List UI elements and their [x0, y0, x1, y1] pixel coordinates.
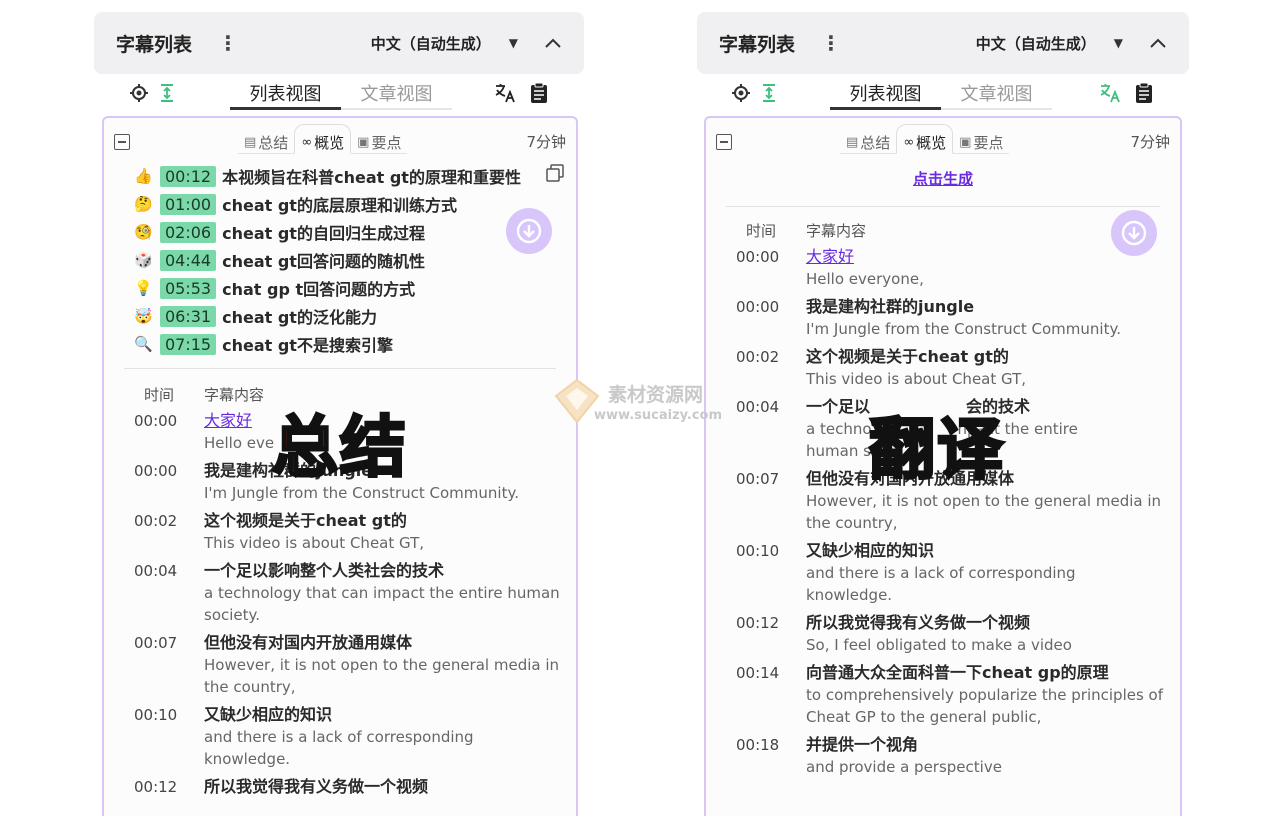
table-row[interactable]: 00:00 大家好 Hello everyone, [736, 246, 1166, 290]
table-row[interactable]: 00:10 又缺少相应的知识 and there is a lack of corr… [134, 704, 564, 770]
divider [124, 368, 556, 369]
table-row[interactable]: 00:12 所以我觉得我有义务做一个视频 [134, 776, 564, 798]
summary-tabs: ▤ 总结 ∞ 概览 ▣ 要点 [238, 124, 408, 154]
chevron-down-icon[interactable]: ▼ [509, 36, 518, 50]
subtitle-panel-right: 字幕列表 ⋮ 中文（自动生成） ▼ 列表视图 文章视图 ▤ 总结 ∞ 概览 ▣ 要点 [697, 12, 1189, 816]
dice-icon: 🎲 [134, 251, 153, 269]
duration-label: 7分钟 [526, 133, 566, 151]
language-select[interactable]: 中文（自动生成） [976, 33, 1096, 54]
timestamp-badge[interactable]: 01:00 [160, 193, 217, 215]
thinking-icon: 🤔 [134, 195, 153, 213]
overview-list: 👍 00:12 本视频旨在科普cheat gt的原理和重要性 🤔 01:00 cheat… [134, 162, 554, 358]
subtitle-link[interactable]: 大家好 [806, 246, 1166, 268]
mind-blown-icon: 🤯 [134, 307, 153, 325]
auto-scroll-icon[interactable] [156, 82, 178, 104]
chevron-down-icon[interactable]: ▼ [1114, 36, 1123, 50]
binoculars-icon: ∞ [903, 134, 915, 150]
list-item[interactable]: 💡 05:53 chat gp t回答问题的方式 [134, 274, 554, 302]
clipboard-icon[interactable] [1133, 82, 1155, 104]
timestamp-badge[interactable]: 00:12 [160, 165, 217, 187]
lightbulb-icon: 💡 [134, 279, 153, 297]
list-item[interactable]: 🔍 07:15 cheat gt不是搜索引擎 [134, 330, 554, 358]
summary-tabs: ▤ 总结 ∞ 概览 ▣ 要点 [840, 124, 1010, 154]
chevron-up-icon[interactable] [1149, 34, 1167, 52]
list-item[interactable]: 🎲 04:44 cheat gt回答问题的随机性 [134, 246, 554, 274]
collapse-summary-icon[interactable] [114, 134, 130, 150]
clipboard-small-icon: ▣ [959, 134, 972, 150]
panel-title: 字幕列表 [719, 33, 796, 56]
view-tabs: 列表视图 文章视图 [830, 78, 1052, 110]
magnifier-icon: 🔍 [134, 335, 153, 353]
table-row[interactable]: 00:00 我是建构社群的jungle I'm Jungle from the Co… [736, 296, 1166, 340]
generate-link[interactable]: 点击生成 [706, 168, 1180, 189]
timestamp-badge[interactable]: 02:06 [160, 221, 217, 243]
table-row[interactable]: 00:12 所以我觉得我有义务做一个视频 So, I feel obligated … [736, 612, 1166, 656]
table-row[interactable]: 00:02 这个视频是关于cheat gt的 This video is about… [134, 510, 564, 554]
transcript-list: 时间 字幕内容 00:00 大家好 Hello everyone, 00:00 我是建… [736, 220, 1166, 784]
tab-overview[interactable]: ∞ 概览 [896, 124, 954, 154]
chevron-up-icon[interactable] [544, 34, 562, 52]
tab-list-view[interactable]: 列表视图 [230, 78, 341, 110]
table-row[interactable]: 00:02 这个视频是关于cheat gt的 This video is about… [736, 346, 1166, 390]
overlay-caption: 翻译 [868, 410, 1005, 490]
tab-key-points[interactable]: ▣ 要点 [351, 124, 407, 154]
locate-icon[interactable] [128, 82, 150, 104]
subtitle-panel-left: 字幕列表 ⋮ 中文（自动生成） ▼ 列表视图 文章视图 ▤ 总结 ∞ 概览 ▣ 要点 [94, 12, 584, 816]
timestamp-badge[interactable]: 07:15 [160, 333, 217, 355]
view-tabs: 列表视图 文章视图 [230, 78, 452, 110]
table-row[interactable]: 00:10 又缺少相应的知识 and there is a lack of corr… [736, 540, 1166, 606]
watermark: 素材资源网 www.sucaizy.com [552, 378, 732, 428]
table-row[interactable]: 00:07 但他没有对国内开放通用媒体 However, it is not ope… [134, 632, 564, 698]
panel-header: 字幕列表 ⋮ 中文（自动生成） ▼ [697, 12, 1189, 74]
panel-header: 字幕列表 ⋮ 中文（自动生成） ▼ [94, 12, 584, 74]
tab-article-view[interactable]: 文章视图 [941, 78, 1052, 108]
overlay-caption: 总结 [271, 408, 408, 488]
monocle-icon: 🧐 [134, 223, 153, 241]
download-button[interactable] [506, 208, 552, 254]
transcript-header: 时间 字幕内容 [746, 222, 867, 240]
more-options-icon[interactable]: ⋮ [821, 31, 841, 55]
tab-key-points[interactable]: ▣ 要点 [953, 124, 1009, 154]
tab-article-view[interactable]: 文章视图 [341, 78, 452, 108]
tab-list-view[interactable]: 列表视图 [830, 78, 941, 110]
timestamp-badge[interactable]: 04:44 [160, 249, 217, 271]
locate-icon[interactable] [730, 82, 752, 104]
more-options-icon[interactable]: ⋮ [218, 31, 238, 55]
toolbar: 列表视图 文章视图 [697, 74, 1189, 114]
list-item[interactable]: 🤔 01:00 cheat gt的底层原理和训练方式 [134, 190, 554, 218]
copy-icon[interactable] [546, 164, 564, 182]
doc-icon: ▤ [846, 134, 859, 150]
clipboard-icon[interactable] [528, 82, 550, 104]
translate-icon[interactable] [494, 82, 516, 104]
tab-summary[interactable]: ▤ 总结 [238, 124, 294, 154]
table-row[interactable]: 00:14 向普通大众全面科普一下cheat gp的原理 to comprehens… [736, 662, 1166, 728]
binoculars-icon: ∞ [301, 134, 313, 150]
table-row[interactable]: 00:04 一个足以影响整个人类社会的技术 a technology that ca… [134, 560, 564, 626]
panel-title: 字幕列表 [116, 33, 193, 56]
doc-icon: ▤ [244, 134, 257, 150]
tab-summary[interactable]: ▤ 总结 [840, 124, 896, 154]
divider [726, 206, 1160, 207]
collapse-summary-icon[interactable] [716, 134, 732, 150]
language-select[interactable]: 中文（自动生成） [371, 33, 491, 54]
list-item[interactable]: 👍 00:12 本视频旨在科普cheat gt的原理和重要性 [134, 162, 554, 190]
tab-overview[interactable]: ∞ 概览 [294, 124, 352, 154]
duration-label: 7分钟 [1130, 133, 1170, 151]
thumbs-up-icon: 👍 [134, 167, 153, 185]
table-row[interactable]: 00:18 并提供一个视角 and provide a perspective [736, 734, 1166, 778]
clipboard-small-icon: ▣ [357, 134, 370, 150]
list-item[interactable]: 🤯 06:31 cheat gt的泛化能力 [134, 302, 554, 330]
auto-scroll-icon[interactable] [758, 82, 780, 104]
toolbar: 列表视图 文章视图 [94, 74, 584, 114]
list-item[interactable]: 🧐 02:06 cheat gt的自回归生成过程 [134, 218, 554, 246]
translate-icon[interactable] [1099, 82, 1121, 104]
timestamp-badge[interactable]: 05:53 [160, 277, 217, 299]
timestamp-badge[interactable]: 06:31 [160, 305, 217, 327]
